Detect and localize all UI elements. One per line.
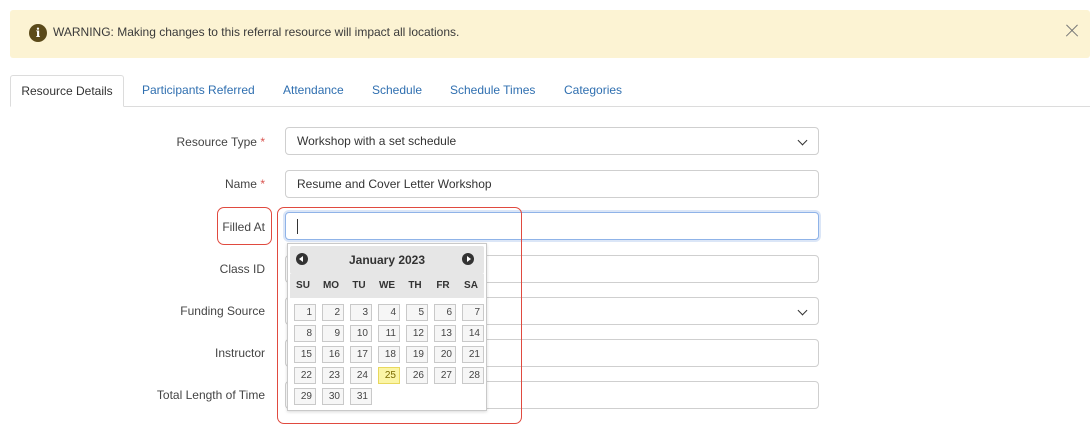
tab-schedule-times[interactable]: Schedule Times bbox=[450, 75, 535, 106]
tab-participants-referred[interactable]: Participants Referred bbox=[142, 75, 255, 106]
name-value: Resume and Cover Letter Workshop bbox=[297, 177, 492, 191]
total-length-label: Total Length of Time bbox=[156, 388, 265, 402]
resource-type-label: Resource Type * bbox=[25, 135, 265, 149]
tab-categories[interactable]: Categories bbox=[564, 75, 622, 106]
resource-type-label-text: Resource Type bbox=[176, 135, 257, 149]
instructor-label: Instructor bbox=[214, 346, 265, 360]
datepicker-highlight bbox=[277, 207, 522, 424]
name-label: Name * bbox=[25, 177, 265, 191]
funding-source-label: Funding Source bbox=[180, 304, 265, 318]
warning-text: WARNING: Making changes to this referral… bbox=[53, 25, 460, 39]
tab-schedule[interactable]: Schedule bbox=[372, 75, 422, 106]
filled-at-label: Filled At bbox=[222, 220, 265, 234]
resource-type-select[interactable]: Workshop with a set schedule bbox=[285, 127, 819, 155]
chevron-down-icon bbox=[797, 135, 808, 146]
warning-banner: i WARNING: Making changes to this referr… bbox=[10, 10, 1090, 58]
required-marker: * bbox=[260, 135, 265, 149]
resource-type-value: Workshop with a set schedule bbox=[297, 134, 457, 148]
info-icon: i bbox=[29, 24, 47, 42]
chevron-down-icon bbox=[797, 305, 808, 316]
class-id-label: Class ID bbox=[219, 262, 265, 276]
tab-resource-details[interactable]: Resource Details bbox=[10, 75, 124, 107]
required-marker: * bbox=[260, 177, 265, 191]
close-icon[interactable] bbox=[1062, 20, 1084, 42]
tab-attendance[interactable]: Attendance bbox=[283, 75, 344, 106]
name-label-text: Name bbox=[224, 177, 257, 191]
tab-bar: Resource Details Participants Referred A… bbox=[10, 75, 1090, 107]
name-input[interactable]: Resume and Cover Letter Workshop bbox=[285, 170, 819, 198]
